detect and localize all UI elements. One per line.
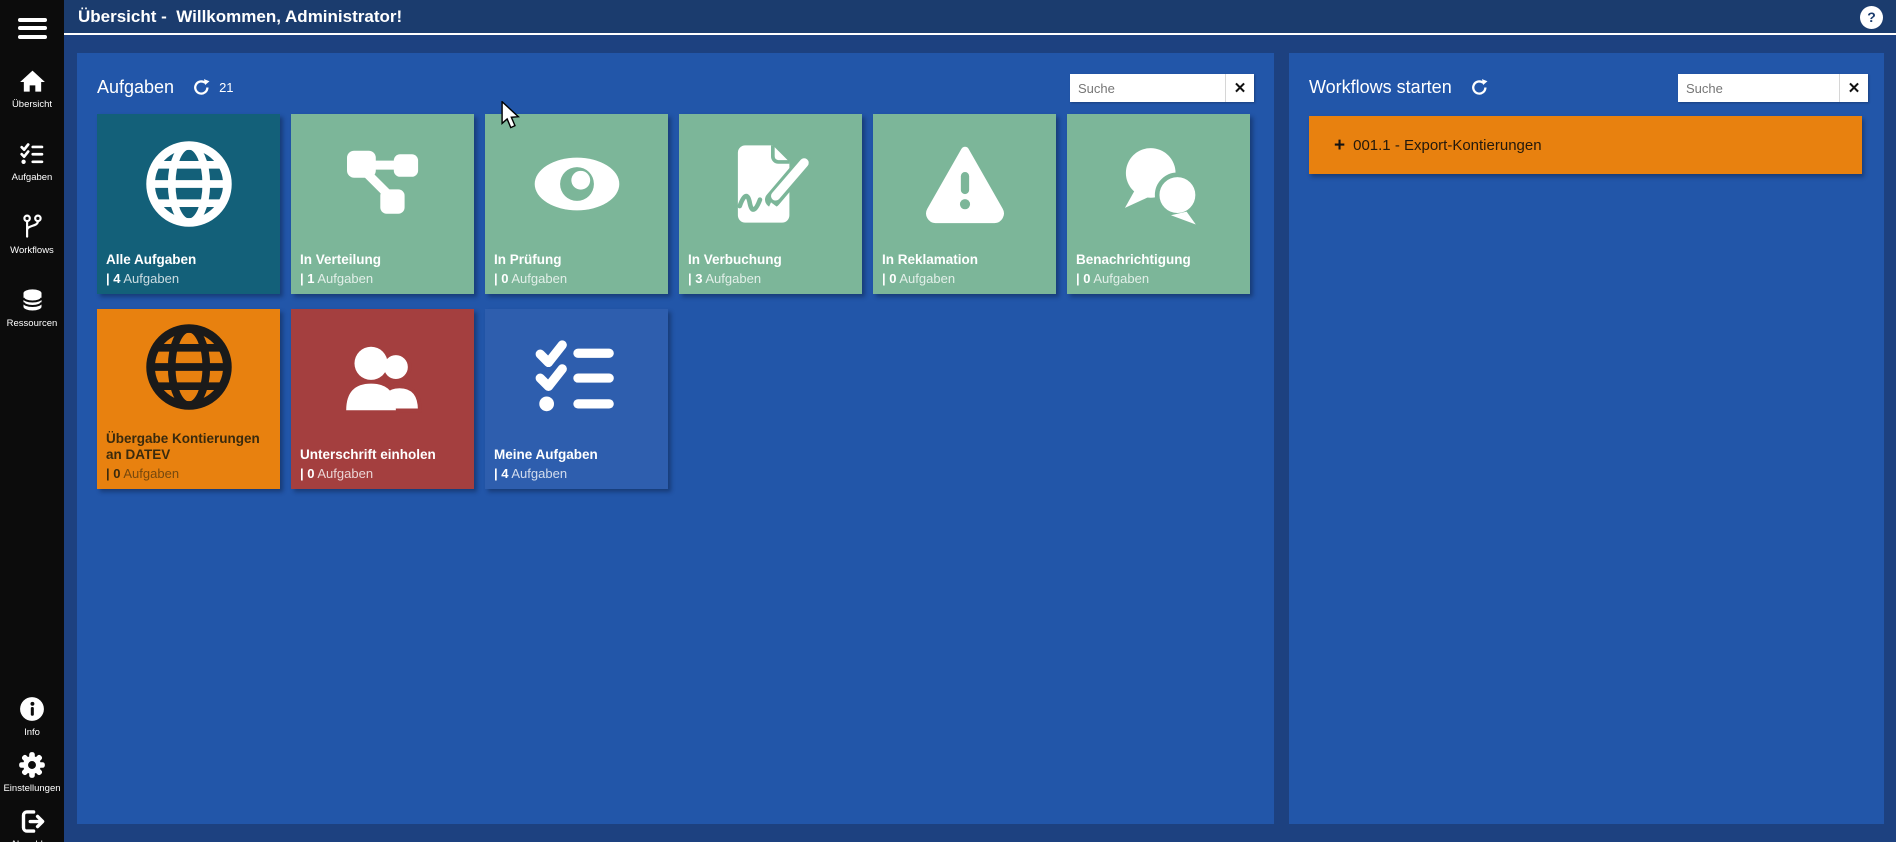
sidebar-nav: Übersicht Aufgaben [0,67,64,329]
sidebar-item-einstellungen[interactable]: Einstellungen [0,751,64,794]
globe-icon [97,130,280,238]
sidebar-item-label: Info [24,727,40,738]
sidebar-item-label: Übersicht [12,99,52,110]
tile-in-verteilung[interactable]: In Verteilung | 1 Aufgaben [291,114,474,294]
gear-icon [18,751,46,779]
sidebar-item-workflows[interactable]: Workflows [0,213,64,256]
tile-in-pruefung[interactable]: In Prüfung | 0 Aufgaben [485,114,668,294]
tile-count: | 3 Aufgaben [688,271,857,286]
tile-in-reklamation[interactable]: In Reklamation | 0 Aufgaben [873,114,1056,294]
sidebar-item-label: Ressourcen [7,318,58,329]
chat-bubbles-icon [1067,130,1250,238]
tile-title: Alle Aufgaben [106,252,275,268]
plus-icon: + [1334,136,1345,155]
tasks-search-input[interactable] [1070,74,1225,102]
sidebar-item-abmelden[interactable]: Abmelden [0,807,64,842]
refresh-icon[interactable] [1470,78,1489,97]
tile-in-verbuchung[interactable]: In Verbuchung | 3 Aufgaben [679,114,862,294]
workflows-panel: Workflows starten ✕ + 001.1 - Export-Kon… [1289,53,1884,824]
tile-title: Benachrichtigung [1076,252,1245,268]
info-icon [18,695,46,723]
tile-count: | 0 Aufgaben [1076,271,1245,286]
tile-count: | 0 Aufgaben [882,271,1051,286]
content-area: Aufgaben 21 ✕ [64,37,1896,842]
sidebar: Übersicht Aufgaben [0,0,64,842]
refresh-icon[interactable] [192,78,211,97]
tile-title: In Verbuchung [688,252,857,268]
tile-title: Unterschrift einholen [300,447,469,463]
clear-search-icon[interactable]: ✕ [1839,74,1868,102]
workflow-branch-icon [18,213,46,241]
warning-icon [873,130,1056,238]
workflows-search-input[interactable] [1678,74,1839,102]
tile-count: | 0 Aufgaben [494,271,663,286]
sidebar-item-label: Workflows [10,245,54,256]
tile-unterschrift-einholen[interactable]: Unterschrift einholen | 0 Aufgaben [291,309,474,489]
users-icon [291,325,474,433]
tile-benachrichtigung[interactable]: Benachrichtigung | 0 Aufgaben [1067,114,1250,294]
tasks-count: 21 [219,80,233,95]
workflow-item-label: 001.1 - Export-Kontierungen [1353,137,1541,154]
sidebar-item-label: Einstellungen [3,783,60,794]
checklist-icon [18,140,46,168]
tile-count: | 0 Aufgaben [106,466,275,481]
globe-icon [97,313,280,421]
sidebar-bottom: Info Einstellungen [0,695,64,842]
tile-title: Meine Aufgaben [494,447,663,463]
menu-icon[interactable] [18,13,47,43]
sidebar-item-ressourcen[interactable]: Ressourcen [0,286,64,329]
tile-count: | 1 Aufgaben [300,271,469,286]
database-icon [18,286,46,314]
document-signature-icon [679,130,862,238]
page-title: Übersicht - Willkommen, Administrator! [64,0,1896,34]
help-icon[interactable]: ? [1860,6,1883,29]
tile-count: | 4 Aufgaben [494,466,663,481]
workflow-start-item[interactable]: + 001.1 - Export-Kontierungen [1309,116,1862,174]
tile-uebergabe-datev[interactable]: Übergabe Kontierungen an DATEV | 0 Aufga… [97,309,280,489]
sidebar-item-uebersicht[interactable]: Übersicht [0,67,64,110]
tile-title: In Prüfung [494,252,663,268]
tasks-searchbox: ✕ [1070,74,1254,102]
tile-title: Übergabe Kontierungen an DATEV [106,431,275,463]
tile-title: In Verteilung [300,252,469,268]
workflows-panel-title: Workflows starten [1309,77,1452,98]
home-icon [18,67,46,95]
sidebar-item-aufgaben[interactable]: Aufgaben [0,140,64,183]
eye-icon [485,130,668,238]
sidebar-item-info[interactable]: Info [0,695,64,738]
checklist-icon [485,325,668,433]
network-icon [291,130,474,238]
tiles-grid: Alle Aufgaben | 4 Aufgaben In Verteilung [97,114,1254,489]
tile-count: | 0 Aufgaben [300,466,469,481]
sidebar-item-label: Aufgaben [12,172,53,183]
clear-search-icon[interactable]: ✕ [1225,74,1254,102]
tasks-panel-title: Aufgaben [97,77,174,98]
topbar: Übersicht - Willkommen, Administrator! ? [64,0,1896,35]
tile-title: In Reklamation [882,252,1051,268]
tile-count: | 4 Aufgaben [106,271,275,286]
tile-meine-aufgaben[interactable]: Meine Aufgaben | 4 Aufgaben [485,309,668,489]
tasks-panel: Aufgaben 21 ✕ [77,53,1274,824]
tile-alle-aufgaben[interactable]: Alle Aufgaben | 4 Aufgaben [97,114,280,294]
workflows-searchbox: ✕ [1678,74,1868,102]
logout-icon [18,807,46,835]
